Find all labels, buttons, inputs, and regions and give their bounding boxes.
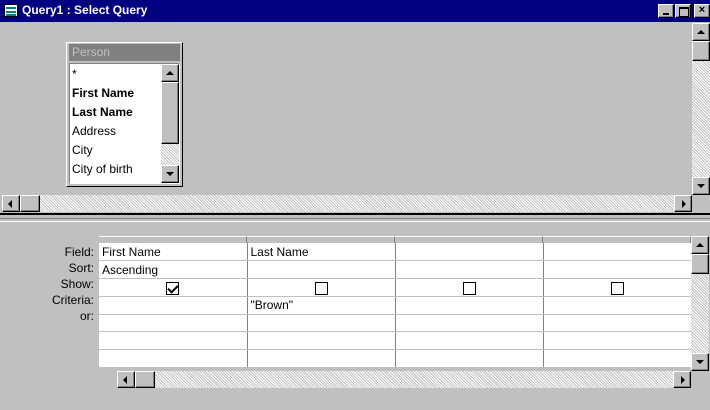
close-button[interactable]: × xyxy=(694,4,710,18)
or-cell[interactable] xyxy=(99,314,248,333)
upper-scroll-thumb[interactable] xyxy=(692,41,710,61)
empty-cell[interactable] xyxy=(395,349,544,368)
empty-cell[interactable] xyxy=(99,331,248,351)
field-cell[interactable]: Last Name xyxy=(247,243,396,262)
empty-cell[interactable] xyxy=(247,331,396,351)
query-design-grid[interactable]: First Name Last Name Ascending "Brown" xyxy=(99,243,692,368)
up-arrow-icon xyxy=(696,243,704,247)
left-arrow-icon xyxy=(8,200,12,208)
title-bar[interactable]: Query1 : Select Query × xyxy=(0,0,710,22)
grid-scroll-thumb[interactable] xyxy=(691,254,709,274)
grid-row-or xyxy=(99,314,692,333)
grid-row-empty xyxy=(99,331,692,351)
row-label-or: or: xyxy=(79,309,94,323)
grid-horizontal-scrollbar[interactable] xyxy=(117,371,691,388)
upper-scroll-up-button[interactable] xyxy=(692,23,710,41)
field-list-scroll-up-button[interactable] xyxy=(161,64,179,82)
up-arrow-icon xyxy=(166,71,174,75)
field-cell[interactable] xyxy=(395,243,544,262)
upper-scroll-right-button[interactable] xyxy=(674,195,692,212)
criteria-cell[interactable] xyxy=(543,296,692,315)
grid-row-show xyxy=(99,278,692,297)
grid-row-sort: Ascending xyxy=(99,260,692,280)
sort-cell[interactable] xyxy=(543,260,692,280)
grid-hscroll-track[interactable] xyxy=(155,371,673,388)
down-arrow-icon xyxy=(166,172,174,176)
sort-cell[interactable] xyxy=(395,260,544,280)
show-checkbox[interactable] xyxy=(462,281,476,295)
upper-scroll-down-button[interactable] xyxy=(692,177,710,195)
row-label-sort: Sort: xyxy=(68,261,94,275)
sort-cell[interactable] xyxy=(247,260,396,280)
grid-scroll-track[interactable] xyxy=(691,274,709,353)
down-arrow-icon xyxy=(696,360,704,364)
show-cell xyxy=(247,278,396,297)
right-arrow-icon xyxy=(682,200,686,208)
or-cell[interactable] xyxy=(395,314,544,333)
empty-cell[interactable] xyxy=(543,331,692,351)
criteria-cell[interactable]: "Brown" xyxy=(247,296,396,315)
upper-hscroll-track[interactable] xyxy=(40,195,674,212)
grid-scroll-down-button[interactable] xyxy=(691,353,709,371)
pane-splitter[interactable] xyxy=(0,213,710,227)
field-list[interactable]: * First Name Last Name Address City City… xyxy=(69,63,180,184)
empty-cell[interactable] xyxy=(543,349,692,368)
up-arrow-icon xyxy=(697,30,705,34)
field-cell[interactable]: First Name xyxy=(99,243,248,262)
empty-cell[interactable] xyxy=(395,331,544,351)
show-checkbox[interactable] xyxy=(314,281,328,295)
row-label-field: Field: xyxy=(64,245,94,259)
grid-scroll-up-button[interactable] xyxy=(691,236,709,254)
column-selector[interactable] xyxy=(247,236,395,243)
show-checkbox[interactable] xyxy=(610,281,624,295)
show-cell xyxy=(543,278,692,297)
row-label-show: Show: xyxy=(60,277,94,291)
sort-cell[interactable]: Ascending xyxy=(99,260,248,280)
grid-row-criteria: "Brown" xyxy=(99,296,692,315)
column-selectors[interactable] xyxy=(99,236,691,243)
empty-cell[interactable] xyxy=(247,349,396,368)
row-label-criteria: Criteria: xyxy=(51,293,94,307)
column-selector[interactable] xyxy=(395,236,543,243)
upper-scroll-left-button[interactable] xyxy=(2,195,20,212)
grid-row-empty xyxy=(99,349,692,368)
column-selector[interactable] xyxy=(99,236,247,243)
or-cell[interactable] xyxy=(543,314,692,333)
upper-hscroll-thumb[interactable] xyxy=(20,195,40,212)
criteria-cell[interactable] xyxy=(395,296,544,315)
query-icon[interactable] xyxy=(4,4,18,17)
right-arrow-icon xyxy=(681,376,685,384)
minimize-button[interactable] xyxy=(658,4,674,18)
upper-vertical-scrollbar[interactable] xyxy=(692,23,710,195)
field-list-scroll-thumb[interactable] xyxy=(161,82,179,144)
field-list-scrollbar[interactable] xyxy=(161,64,179,183)
upper-scroll-track[interactable] xyxy=(692,61,710,177)
or-cell[interactable] xyxy=(247,314,396,333)
upper-horizontal-scrollbar[interactable] xyxy=(2,195,692,212)
down-arrow-icon xyxy=(697,184,705,188)
grid-vertical-scrollbar[interactable] xyxy=(691,236,709,371)
table-field-list-window[interactable]: Person * First Name Last Name Address Ci… xyxy=(66,42,183,187)
grid-scroll-right-button[interactable] xyxy=(673,371,691,388)
window-title: Query1 : Select Query xyxy=(22,3,148,17)
scroll-corner xyxy=(692,195,710,212)
empty-cell[interactable] xyxy=(99,349,248,368)
grid-row-field: First Name Last Name xyxy=(99,243,692,262)
show-checkbox[interactable] xyxy=(166,281,180,295)
grid-scroll-left-button[interactable] xyxy=(117,371,135,388)
show-cell xyxy=(99,278,248,297)
field-list-scroll-down-button[interactable] xyxy=(161,165,179,183)
table-title[interactable]: Person xyxy=(69,44,180,61)
left-arrow-icon xyxy=(123,376,127,384)
show-cell xyxy=(395,278,544,297)
grid-row-labels: Field: Sort: Show: Criteria: or: xyxy=(0,244,98,324)
grid-hscroll-thumb[interactable] xyxy=(135,371,155,388)
column-selector[interactable] xyxy=(543,236,691,243)
maximize-button[interactable] xyxy=(675,4,691,18)
criteria-cell[interactable] xyxy=(99,296,248,315)
field-cell[interactable] xyxy=(543,243,692,262)
